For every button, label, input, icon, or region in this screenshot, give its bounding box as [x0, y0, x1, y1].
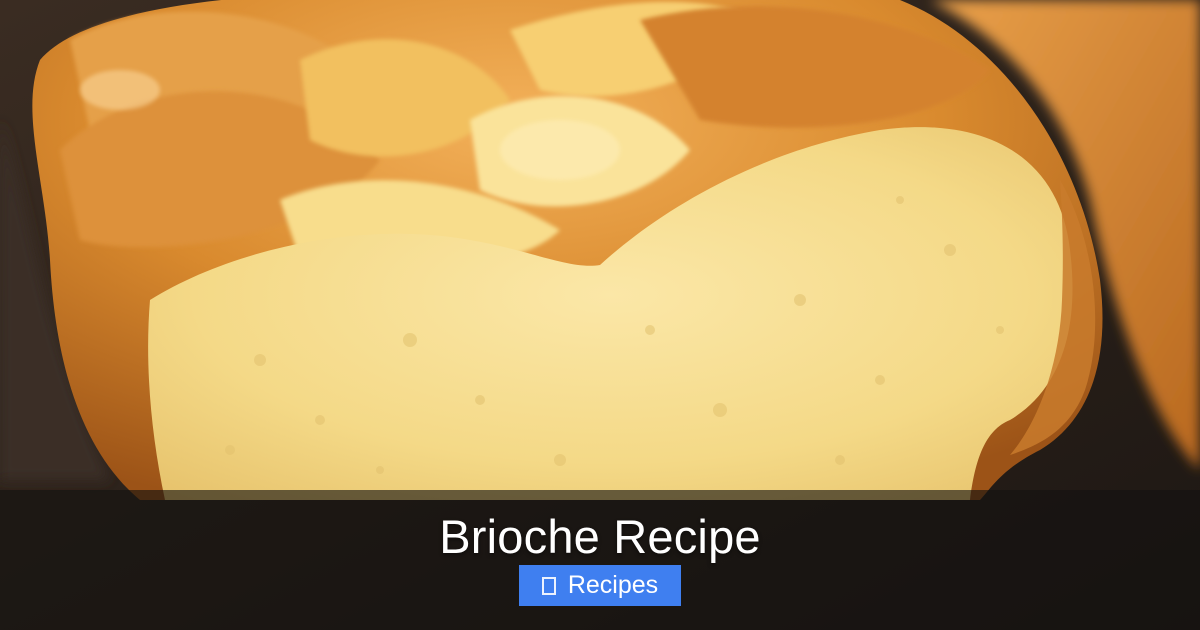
category-badge-label: Recipes — [567, 571, 659, 599]
folder-icon — [541, 577, 556, 595]
recipe-title: Brioche Recipe — [439, 510, 761, 563]
category-badge[interactable]: Recipes — [519, 565, 681, 606]
hero-card: Brioche Recipe Recipes — [0, 0, 1200, 630]
